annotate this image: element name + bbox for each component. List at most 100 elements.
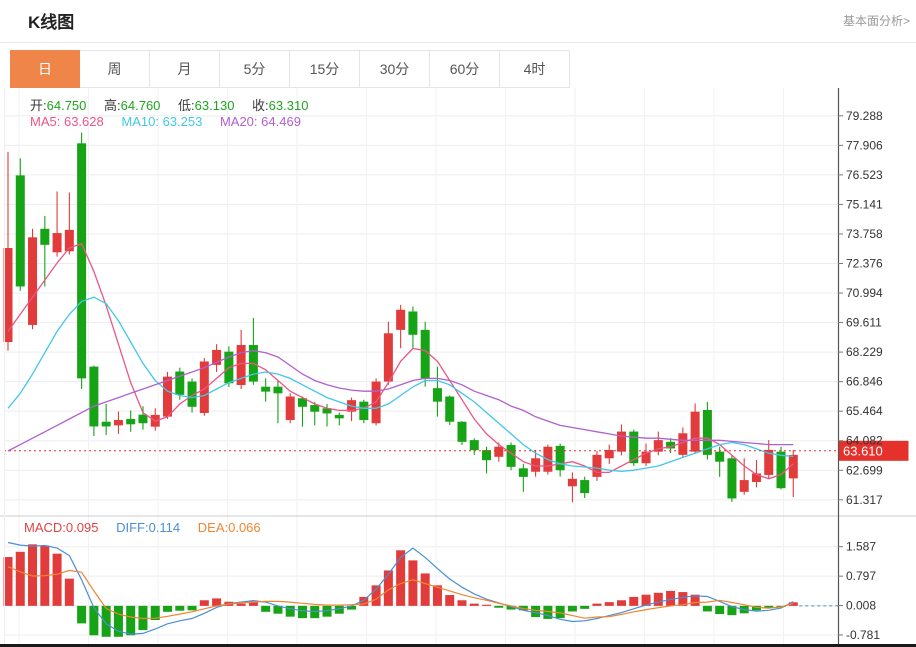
candle bbox=[457, 422, 466, 442]
candle bbox=[580, 480, 589, 493]
macd-bar bbox=[200, 600, 209, 606]
page-title: K线图 bbox=[28, 8, 74, 33]
svg-text:62.699: 62.699 bbox=[846, 463, 883, 477]
candle bbox=[126, 419, 135, 424]
ohlc-open: 开:64.750 bbox=[30, 98, 86, 113]
macd-bar bbox=[715, 606, 724, 614]
macd-bar bbox=[163, 606, 172, 612]
macd-bar bbox=[77, 606, 86, 624]
svg-text:73.758: 73.758 bbox=[846, 227, 883, 241]
macd-bar bbox=[580, 606, 589, 609]
svg-text:79.288: 79.288 bbox=[846, 109, 883, 123]
candle bbox=[89, 367, 98, 427]
macd-bar bbox=[482, 605, 491, 606]
macd-bar bbox=[65, 579, 74, 606]
tab-monthly[interactable]: 月 bbox=[150, 50, 220, 88]
svg-text:0.008: 0.008 bbox=[846, 599, 876, 613]
tab-4hour[interactable]: 4时 bbox=[500, 50, 570, 88]
candle bbox=[568, 479, 577, 486]
ma20-legend: MA20: 64.469 bbox=[220, 114, 301, 129]
candle bbox=[494, 447, 503, 457]
ma10-legend: MA10: 63.253 bbox=[121, 114, 202, 129]
macd-bar bbox=[188, 606, 197, 610]
tab-daily[interactable]: 日 bbox=[10, 50, 80, 88]
tab-5min[interactable]: 5分 bbox=[220, 50, 290, 88]
ohlc-low: 低:63.130 bbox=[178, 98, 234, 113]
svg-text:69.611: 69.611 bbox=[846, 316, 882, 330]
candle bbox=[445, 397, 454, 422]
macd-bar bbox=[421, 573, 430, 605]
macd-axis-labels: 1.587 0.797 0.008 -0.781 bbox=[838, 540, 880, 642]
macd-bar bbox=[212, 598, 221, 605]
candle bbox=[359, 402, 368, 420]
svg-text:68.229: 68.229 bbox=[846, 345, 883, 359]
svg-text:0.797: 0.797 bbox=[846, 569, 876, 583]
candle bbox=[310, 405, 319, 412]
macd-bar bbox=[16, 552, 25, 606]
svg-text:75.141: 75.141 bbox=[846, 197, 883, 211]
macd-bar bbox=[654, 593, 663, 606]
tab-15min[interactable]: 15分 bbox=[290, 50, 360, 88]
tab-60min[interactable]: 60分 bbox=[430, 50, 500, 88]
macd-bar bbox=[703, 606, 712, 612]
candle bbox=[286, 397, 295, 421]
svg-text:-0.781: -0.781 bbox=[846, 628, 880, 642]
macd-bar bbox=[494, 606, 503, 608]
ohlc-legend: 开:64.750 高:64.760 低:63.130 收:63.310 bbox=[30, 95, 322, 114]
candle bbox=[396, 310, 405, 330]
ohlc-high: 高:64.760 bbox=[104, 98, 160, 113]
fundamental-analysis-link[interactable]: 基本面分析> bbox=[843, 12, 910, 29]
candle bbox=[433, 388, 442, 401]
tab-weekly[interactable]: 周 bbox=[80, 50, 150, 88]
macd-bar bbox=[568, 606, 577, 612]
ma-legend: MA5: 63.628 MA10: 63.253 MA20: 64.469 bbox=[30, 114, 315, 129]
candle bbox=[384, 333, 393, 381]
candle bbox=[28, 237, 37, 325]
ohlc-close: 收:63.310 bbox=[252, 98, 308, 113]
period-tab-bar: 日 周 月 5分 15分 30分 60分 4时 bbox=[10, 50, 570, 88]
header-divider bbox=[0, 42, 916, 43]
candle bbox=[727, 458, 736, 498]
macd-bar bbox=[126, 606, 135, 635]
macd-bar bbox=[445, 595, 454, 606]
svg-text:77.906: 77.906 bbox=[846, 138, 883, 152]
candle bbox=[138, 415, 147, 424]
candle bbox=[740, 480, 749, 492]
candle bbox=[102, 422, 111, 427]
svg-text:65.464: 65.464 bbox=[846, 404, 883, 418]
candle bbox=[777, 452, 786, 489]
macd-value: MACD:0.095 bbox=[24, 520, 98, 535]
candle bbox=[273, 387, 282, 394]
macd-bar bbox=[629, 597, 638, 606]
candles bbox=[4, 133, 798, 503]
ma5-legend: MA5: 63.628 bbox=[30, 114, 104, 129]
candle bbox=[77, 143, 86, 378]
macd-bar bbox=[470, 604, 479, 606]
tab-30min[interactable]: 30分 bbox=[360, 50, 430, 88]
macd-bar bbox=[605, 602, 614, 606]
candle bbox=[16, 175, 25, 286]
macd-bar bbox=[298, 606, 307, 618]
macd-bar bbox=[617, 600, 626, 606]
candle bbox=[53, 233, 62, 252]
candle bbox=[556, 446, 565, 470]
ma5-line bbox=[8, 244, 793, 479]
candle bbox=[40, 229, 49, 245]
svg-text:1.587: 1.587 bbox=[846, 540, 876, 554]
candle bbox=[617, 432, 626, 452]
macd-bar bbox=[237, 604, 246, 606]
svg-text:76.523: 76.523 bbox=[846, 168, 883, 182]
dea-value: DEA:0.066 bbox=[198, 520, 261, 535]
candle bbox=[519, 468, 528, 477]
diff-value: DIFF:0.114 bbox=[116, 520, 180, 535]
macd-bar bbox=[53, 554, 62, 606]
macd-legend: MACD:0.095 DIFF:0.114 DEA:0.066 bbox=[24, 520, 275, 535]
svg-text:61.317: 61.317 bbox=[846, 493, 883, 507]
macd-bar bbox=[592, 604, 601, 606]
candle bbox=[715, 452, 724, 462]
svg-text:64.082: 64.082 bbox=[846, 434, 883, 448]
pane-borders bbox=[0, 88, 916, 647]
macd-bar bbox=[457, 600, 466, 606]
candle bbox=[482, 450, 491, 460]
candle bbox=[163, 377, 172, 417]
